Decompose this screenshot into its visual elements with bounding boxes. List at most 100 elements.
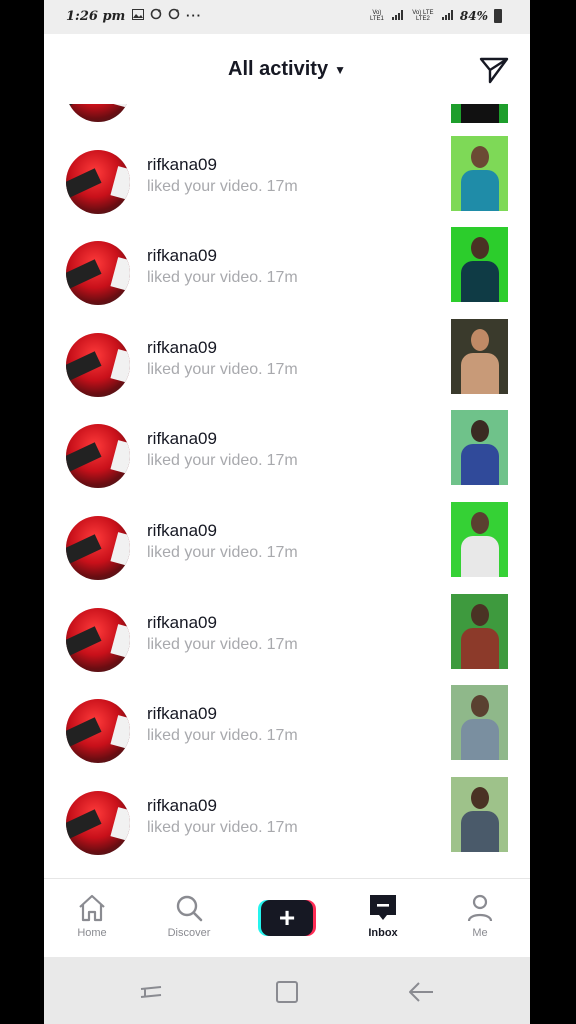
avatar[interactable] — [66, 241, 130, 306]
avatar[interactable] — [66, 424, 130, 489]
list-item[interactable]: rifkana09 liked your video. 17m — [44, 227, 530, 323]
battery-icon — [494, 9, 502, 23]
create-video-button[interactable]: + — [258, 900, 316, 936]
list-item[interactable]: rifkana09 liked your video. 17m — [44, 410, 530, 506]
username[interactable]: rifkana09 — [147, 338, 217, 358]
username[interactable]: rifkana09 — [147, 429, 217, 449]
home-icon — [79, 894, 105, 922]
activity-message: liked your video. — [147, 269, 263, 287]
network-2: Vo) LTE LTE2 — [412, 10, 434, 22]
activity-time: 17m — [266, 818, 298, 836]
system-nav-bar — [44, 957, 530, 1024]
video-thumbnail[interactable] — [451, 593, 508, 669]
activity-text: liked your video. 17m — [147, 819, 298, 837]
recent-apps-icon — [140, 986, 162, 998]
caret-down-icon: ▼ — [334, 62, 346, 77]
list-item[interactable]: rifkana09 liked your video. 17m — [44, 685, 530, 781]
activity-message: liked your video. — [147, 818, 263, 836]
video-thumbnail[interactable] — [451, 502, 508, 577]
activity-message: liked your video. — [147, 360, 263, 378]
list-item[interactable]: rifkana09 liked your video. 17m — [44, 135, 530, 232]
nav-me-label: Me — [472, 927, 488, 939]
activity-filter-dropdown[interactable]: All activity ▼ — [44, 58, 530, 81]
status-time: 1:26 pm — [66, 9, 126, 24]
plus-icon: + — [261, 900, 313, 936]
activity-text: liked your video. 17m — [147, 727, 298, 745]
username[interactable]: rifkana09 — [147, 246, 217, 266]
nav-home-label: Home — [77, 927, 107, 939]
activity-time: 17m — [266, 269, 298, 287]
list-item[interactable]: rifkana09 liked your video. 17m — [44, 593, 530, 690]
activity-message: liked your video. — [147, 177, 263, 195]
activity-time: 17m — [266, 544, 298, 561]
activity-time: 17m — [266, 360, 298, 378]
video-thumbnail[interactable] — [451, 227, 508, 303]
nav-discover-label: Discover — [167, 927, 211, 939]
activity-time: 17m — [266, 727, 298, 745]
signal-icon — [391, 9, 404, 23]
activity-text: liked your video. 17m — [147, 361, 298, 379]
video-thumbnail[interactable] — [451, 776, 508, 852]
back-arrow-icon — [409, 982, 433, 1002]
video-thumbnail[interactable] — [451, 685, 508, 761]
video-thumbnail[interactable] — [451, 104, 508, 123]
activity-message: liked your video. — [147, 544, 263, 561]
nav-inbox-label: Inbox — [368, 927, 398, 939]
recent-apps-button[interactable] — [136, 977, 166, 1007]
battery-percent: 84% — [459, 9, 488, 23]
nav-home[interactable]: Home — [57, 893, 127, 939]
status-system-icons: Vo) LTE1 Vo) LTE LTE2 84% — [368, 9, 502, 23]
avatar[interactable] — [66, 607, 130, 672]
paper-plane-icon — [479, 57, 509, 84]
more-icon: ··· — [186, 8, 202, 23]
nav-inbox[interactable]: Inbox — [348, 893, 418, 939]
inbox-icon — [370, 895, 396, 920]
signal-icon — [441, 9, 454, 23]
sync-icon — [150, 8, 162, 23]
video-thumbnail[interactable] — [451, 410, 508, 486]
page-title: All activity — [228, 58, 329, 80]
list-item[interactable]: liked your video.17m — [44, 104, 530, 140]
bottom-nav: Home Discover + Inbox Me — [44, 879, 530, 957]
square-icon — [276, 981, 298, 1003]
activity-message: liked your video. — [147, 727, 263, 745]
nav-me[interactable]: Me — [445, 893, 515, 939]
activity-list[interactable]: liked your video.17mrifkana09liked your … — [44, 104, 530, 878]
list-item[interactable]: rifkana09 liked your video. 17m — [44, 776, 530, 873]
username[interactable]: rifkana09 — [147, 796, 217, 816]
nav-discover[interactable]: Discover — [154, 893, 224, 939]
list-item[interactable]: rifkana09 liked your video. 17m — [44, 318, 530, 415]
status-bar: 1:26 pm ··· Vo) LTE1 Vo) LTE LTE2 84% — [44, 0, 530, 34]
sync-icon — [168, 8, 180, 23]
phone-screen: 1:26 pm ··· Vo) LTE1 Vo) LTE LTE2 84% Al… — [44, 0, 530, 1024]
direct-messages-button[interactable] — [478, 54, 510, 86]
back-button[interactable] — [406, 977, 436, 1007]
activity-text: liked your video. 17m — [147, 636, 298, 654]
username[interactable]: rifkana09 — [147, 521, 217, 541]
list-item[interactable]: rifkana09 liked your video. 17m — [44, 502, 530, 598]
username[interactable]: rifkana09 — [147, 155, 217, 175]
avatar[interactable] — [66, 149, 130, 214]
video-thumbnail[interactable] — [451, 318, 508, 394]
search-icon — [176, 895, 203, 922]
activity-time: 17m — [266, 635, 298, 653]
username[interactable]: rifkana09 — [147, 613, 217, 633]
avatar[interactable] — [66, 104, 130, 122]
username[interactable]: rifkana09 — [147, 704, 217, 724]
avatar[interactable] — [66, 790, 130, 855]
inbox-header: All activity ▼ — [44, 34, 530, 104]
video-thumbnail[interactable] — [451, 135, 508, 211]
avatar[interactable] — [66, 699, 130, 764]
activity-text: liked your video. 17m — [147, 452, 298, 470]
activity-time: 17m — [266, 452, 298, 470]
image-icon — [132, 8, 144, 23]
network-1: Vo) LTE1 — [369, 10, 384, 22]
profile-icon — [467, 894, 493, 922]
activity-text: liked your video. 17m — [147, 178, 298, 196]
home-system-button[interactable] — [272, 977, 302, 1007]
activity-message: liked your video. — [147, 635, 263, 653]
avatar[interactable] — [66, 332, 130, 397]
activity-text: liked your video. 17m — [147, 269, 298, 287]
activity-message: liked your video. — [147, 452, 263, 470]
avatar[interactable] — [66, 516, 130, 580]
